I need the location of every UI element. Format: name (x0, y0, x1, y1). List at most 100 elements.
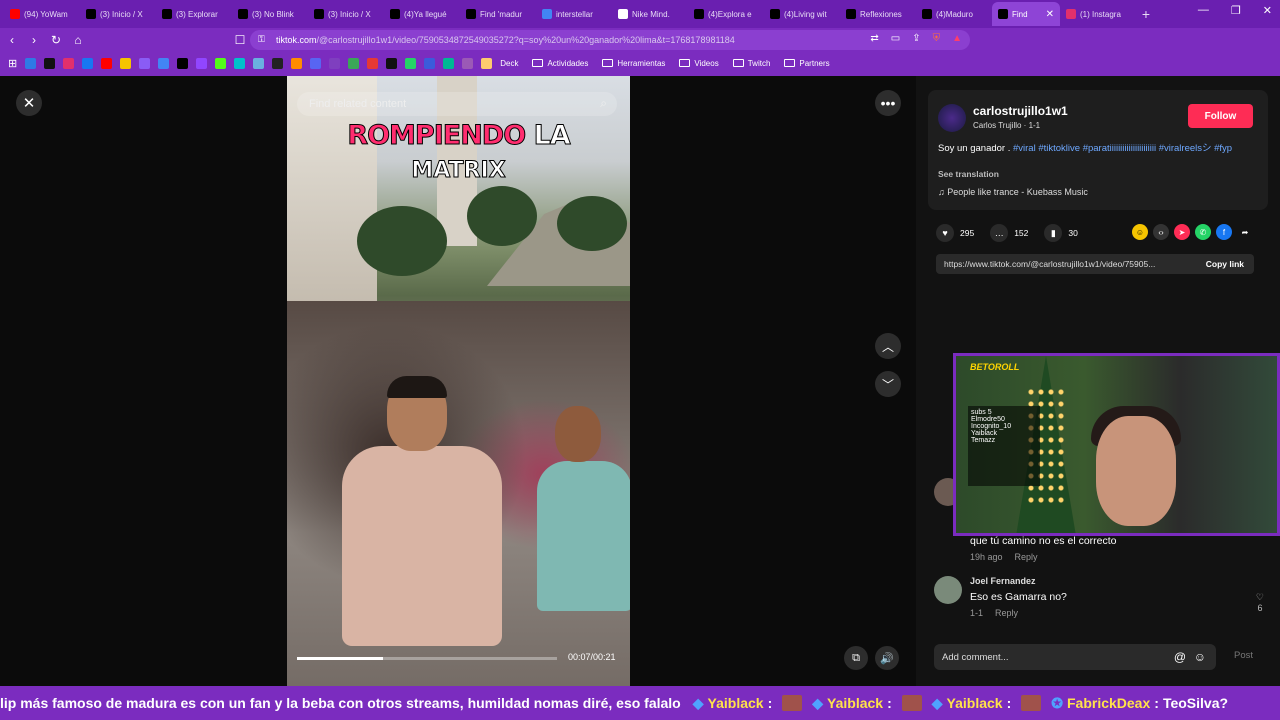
forward-icon[interactable]: › (24, 33, 44, 47)
bookmark-favicon[interactable] (462, 57, 474, 69)
translate-icon[interactable]: ⇄ (870, 33, 878, 44)
address-bar[interactable]: ⚿ tiktok.com/@carlostrujillo1w1/video/75… (250, 30, 970, 50)
minimize-icon[interactable]: — (1198, 4, 1209, 17)
share-arrow-icon[interactable]: ➦ (1237, 224, 1253, 240)
more-options-button[interactable]: ••• (875, 90, 901, 116)
post-comment-button[interactable]: Post (1234, 650, 1253, 661)
bookmark-favicon[interactable] (367, 57, 379, 69)
browser-tab[interactable]: interstellar (536, 2, 612, 26)
reply-button[interactable]: Reply (995, 608, 1018, 618)
embed-icon[interactable]: ‹› (1153, 224, 1169, 240)
send-icon[interactable]: ➤ (1174, 224, 1190, 240)
youtube-favicon[interactable] (101, 57, 113, 69)
pip-button[interactable]: ⧉ (844, 646, 868, 670)
music-link[interactable]: ♫ People like trance - Kuebass Music (938, 187, 1088, 197)
bookmark-favicon[interactable] (234, 57, 246, 69)
comment-avatar[interactable] (934, 576, 962, 604)
bookmark-favicon[interactable] (120, 57, 132, 69)
bookmark-favicon[interactable] (348, 57, 360, 69)
new-tab-button[interactable]: + (1136, 6, 1156, 22)
caption-hashtags[interactable]: #viral #tiktoklive #paratiiiiiiiiiiiiiii… (1013, 143, 1232, 154)
browser-tab[interactable]: (4)Living wit (764, 2, 840, 26)
reload-icon[interactable]: ↻ (46, 33, 66, 47)
volume-button[interactable]: 🔊 (875, 646, 899, 670)
browser-tab[interactable]: Reflexiones (840, 2, 916, 26)
apps-icon[interactable]: ⊞ (8, 57, 17, 70)
next-video-button[interactable]: ﹀ (875, 371, 901, 397)
browser-tab[interactable]: (3) Explorar (156, 2, 232, 26)
twitch-favicon[interactable] (196, 57, 208, 69)
browser-tab[interactable]: (3) Inicio / X (80, 2, 156, 26)
browser-tab[interactable]: (4)Maduro (916, 2, 992, 26)
tiktok-favicon[interactable] (44, 57, 56, 69)
bookmark-folder-twitch[interactable]: Twitch (732, 59, 770, 68)
bookmark-icon[interactable]: ☐ (230, 33, 250, 47)
back-icon[interactable]: ‹ (2, 33, 22, 47)
browser-tab[interactable]: (1) Instagra (1060, 2, 1136, 26)
tab-label: (4)Explora e (708, 9, 752, 19)
whatsapp-favicon[interactable] (405, 57, 417, 69)
bookmark-folder-herramientas[interactable]: Herramientas (602, 59, 665, 68)
maximize-icon[interactable]: ❐ (1231, 4, 1241, 17)
bookmark-favicon[interactable] (424, 57, 436, 69)
bookmark-favicon[interactable] (481, 57, 493, 69)
x-favicon[interactable] (177, 57, 189, 69)
x-favicon[interactable] (386, 57, 398, 69)
bookmark-favicon[interactable] (272, 57, 284, 69)
bookmark-favicon[interactable] (310, 57, 322, 69)
bookmark-folder-partners[interactable]: Partners (784, 59, 830, 68)
browser-tab[interactable]: (3) Inicio / X (308, 2, 384, 26)
search-icon[interactable]: ⌕ (600, 96, 607, 111)
google-favicon[interactable] (158, 57, 170, 69)
bookmark-favicon[interactable] (25, 57, 37, 69)
cast-icon[interactable]: ▭ (891, 33, 900, 44)
friends-share-icon[interactable]: ☺ (1132, 224, 1148, 240)
author-avatar[interactable] (938, 104, 966, 132)
browser-tab[interactable]: (3) No Blink (232, 2, 308, 26)
see-translation-link[interactable]: See translation (938, 169, 999, 179)
bookmark-folder-actividades[interactable]: Actividades (532, 59, 588, 68)
comment-author[interactable]: Joel Fernandez (970, 576, 1036, 586)
site-info-icon[interactable]: ⚿ (258, 34, 265, 45)
bookmark-deck[interactable]: Deck (500, 59, 518, 68)
browser-tab[interactable]: Nike Mind. (612, 2, 688, 26)
like-action[interactable]: ♥ 295 (936, 224, 974, 242)
home-icon[interactable]: ⌂ (68, 33, 88, 47)
share-icon[interactable]: ⇪ (912, 33, 920, 44)
instagram-favicon[interactable] (63, 57, 75, 69)
close-player-button[interactable]: ✕ (16, 90, 42, 116)
close-tab-icon[interactable]: ✕ (1046, 9, 1054, 20)
video-progress-bar[interactable] (297, 657, 557, 660)
kick-favicon[interactable] (215, 57, 227, 69)
browser-tab[interactable]: (4)Ya llegué (384, 2, 460, 26)
emoji-icon[interactable]: ☺ (1194, 650, 1206, 664)
browser-tab[interactable]: Find 'madur (460, 2, 536, 26)
facebook-favicon[interactable] (82, 57, 94, 69)
bookmark-favicon[interactable] (253, 57, 265, 69)
browser-tab[interactable]: Find ✕ (992, 2, 1060, 26)
author-username[interactable]: carlostrujillo1w1 (973, 104, 1068, 118)
save-action[interactable]: ▮ 30 (1044, 224, 1078, 242)
comment-action[interactable]: … 152 (990, 224, 1028, 242)
close-window-icon[interactable]: ✕ (1263, 4, 1272, 17)
add-comment-input[interactable]: Add comment... @ ☺ (934, 644, 1216, 670)
comment-like[interactable]: ♡ 6 (1256, 592, 1264, 613)
follow-button[interactable]: Follow (1188, 104, 1253, 128)
reply-button[interactable]: Reply (1015, 552, 1038, 562)
find-related-search[interactable]: Find related content ⌕ (297, 92, 617, 116)
whatsapp-icon[interactable]: ✆ (1195, 224, 1211, 240)
brave-shield-icon[interactable]: ⛨ (933, 33, 941, 44)
facebook-icon[interactable]: f (1216, 224, 1232, 240)
bookmark-favicon[interactable] (443, 57, 455, 69)
bookmark-favicon[interactable] (291, 57, 303, 69)
video-frame[interactable]: Find related content ⌕ ROMPIENDO LA MATR… (287, 76, 630, 686)
previous-video-button[interactable]: ︿ (875, 333, 901, 359)
browser-tab[interactable]: (94) YoWam (4, 2, 80, 26)
bookmark-folder-videos[interactable]: Videos (679, 59, 719, 68)
mention-icon[interactable]: @ (1174, 650, 1186, 664)
bookmark-favicon[interactable] (139, 57, 151, 69)
bookmark-favicon[interactable] (329, 57, 341, 69)
browser-tab[interactable]: (4)Explora e (688, 2, 764, 26)
copy-link-button[interactable]: Copy link (1206, 259, 1244, 269)
brave-rewards-icon[interactable]: ▲ (952, 33, 962, 44)
